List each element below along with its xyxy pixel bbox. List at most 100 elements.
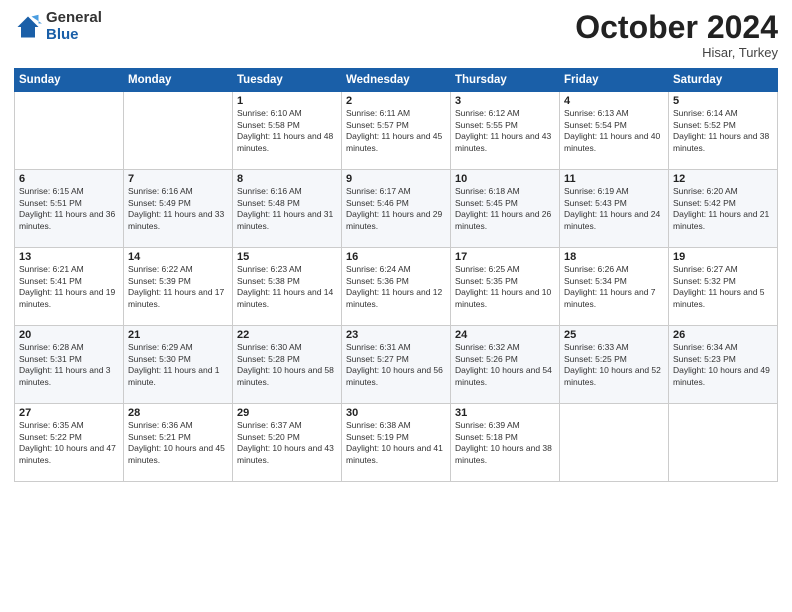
location-subtitle: Hisar, Turkey: [575, 45, 778, 60]
cell-info: Sunrise: 6:16 AMSunset: 5:48 PMDaylight:…: [237, 186, 337, 232]
day-header-wednesday: Wednesday: [342, 69, 451, 92]
month-title: October 2024: [575, 10, 778, 45]
day-number: 23: [346, 329, 446, 341]
cell-info: Sunrise: 6:27 AMSunset: 5:32 PMDaylight:…: [673, 264, 773, 310]
calendar-cell: 12Sunrise: 6:20 AMSunset: 5:42 PMDayligh…: [669, 170, 778, 248]
day-number: 17: [455, 251, 555, 263]
cell-info: Sunrise: 6:36 AMSunset: 5:21 PMDaylight:…: [128, 420, 228, 466]
cell-info: Sunrise: 6:18 AMSunset: 5:45 PMDaylight:…: [455, 186, 555, 232]
calendar-cell: 30Sunrise: 6:38 AMSunset: 5:19 PMDayligh…: [342, 404, 451, 482]
calendar-cell: 8Sunrise: 6:16 AMSunset: 5:48 PMDaylight…: [233, 170, 342, 248]
logo-icon: [14, 13, 42, 41]
day-number: 7: [128, 173, 228, 185]
day-header-monday: Monday: [124, 69, 233, 92]
cell-info: Sunrise: 6:35 AMSunset: 5:22 PMDaylight:…: [19, 420, 119, 466]
calendar-cell: 21Sunrise: 6:29 AMSunset: 5:30 PMDayligh…: [124, 326, 233, 404]
header: General Blue October 2024 Hisar, Turkey: [14, 10, 778, 60]
cell-info: Sunrise: 6:17 AMSunset: 5:46 PMDaylight:…: [346, 186, 446, 232]
cell-info: Sunrise: 6:33 AMSunset: 5:25 PMDaylight:…: [564, 342, 664, 388]
day-number: 8: [237, 173, 337, 185]
calendar-cell: 3Sunrise: 6:12 AMSunset: 5:55 PMDaylight…: [451, 92, 560, 170]
cell-info: Sunrise: 6:29 AMSunset: 5:30 PMDaylight:…: [128, 342, 228, 388]
logo-blue: Blue: [46, 27, 102, 44]
day-number: 30: [346, 407, 446, 419]
calendar-cell: 29Sunrise: 6:37 AMSunset: 5:20 PMDayligh…: [233, 404, 342, 482]
day-header-tuesday: Tuesday: [233, 69, 342, 92]
header-row: SundayMondayTuesdayWednesdayThursdayFrid…: [15, 69, 778, 92]
cell-info: Sunrise: 6:11 AMSunset: 5:57 PMDaylight:…: [346, 108, 446, 154]
cell-info: Sunrise: 6:10 AMSunset: 5:58 PMDaylight:…: [237, 108, 337, 154]
week-row-2: 6Sunrise: 6:15 AMSunset: 5:51 PMDaylight…: [15, 170, 778, 248]
calendar-cell: 1Sunrise: 6:10 AMSunset: 5:58 PMDaylight…: [233, 92, 342, 170]
week-row-1: 1Sunrise: 6:10 AMSunset: 5:58 PMDaylight…: [15, 92, 778, 170]
cell-info: Sunrise: 6:21 AMSunset: 5:41 PMDaylight:…: [19, 264, 119, 310]
day-number: 28: [128, 407, 228, 419]
calendar-cell: 2Sunrise: 6:11 AMSunset: 5:57 PMDaylight…: [342, 92, 451, 170]
day-number: 14: [128, 251, 228, 263]
day-number: 19: [673, 251, 773, 263]
week-row-5: 27Sunrise: 6:35 AMSunset: 5:22 PMDayligh…: [15, 404, 778, 482]
cell-info: Sunrise: 6:13 AMSunset: 5:54 PMDaylight:…: [564, 108, 664, 154]
day-number: 20: [19, 329, 119, 341]
day-number: 21: [128, 329, 228, 341]
calendar-cell: 14Sunrise: 6:22 AMSunset: 5:39 PMDayligh…: [124, 248, 233, 326]
calendar-cell: 17Sunrise: 6:25 AMSunset: 5:35 PMDayligh…: [451, 248, 560, 326]
cell-info: Sunrise: 6:12 AMSunset: 5:55 PMDaylight:…: [455, 108, 555, 154]
day-number: 5: [673, 95, 773, 107]
title-block: October 2024 Hisar, Turkey: [575, 10, 778, 60]
cell-info: Sunrise: 6:24 AMSunset: 5:36 PMDaylight:…: [346, 264, 446, 310]
calendar-cell: [560, 404, 669, 482]
day-number: 26: [673, 329, 773, 341]
day-header-saturday: Saturday: [669, 69, 778, 92]
calendar-cell: 24Sunrise: 6:32 AMSunset: 5:26 PMDayligh…: [451, 326, 560, 404]
day-number: 13: [19, 251, 119, 263]
day-number: 3: [455, 95, 555, 107]
calendar-cell: 20Sunrise: 6:28 AMSunset: 5:31 PMDayligh…: [15, 326, 124, 404]
cell-info: Sunrise: 6:34 AMSunset: 5:23 PMDaylight:…: [673, 342, 773, 388]
calendar-cell: [669, 404, 778, 482]
cell-info: Sunrise: 6:14 AMSunset: 5:52 PMDaylight:…: [673, 108, 773, 154]
calendar-cell: [15, 92, 124, 170]
day-number: 31: [455, 407, 555, 419]
cell-info: Sunrise: 6:31 AMSunset: 5:27 PMDaylight:…: [346, 342, 446, 388]
calendar-cell: 22Sunrise: 6:30 AMSunset: 5:28 PMDayligh…: [233, 326, 342, 404]
calendar-cell: 11Sunrise: 6:19 AMSunset: 5:43 PMDayligh…: [560, 170, 669, 248]
day-number: 22: [237, 329, 337, 341]
cell-info: Sunrise: 6:22 AMSunset: 5:39 PMDaylight:…: [128, 264, 228, 310]
day-number: 2: [346, 95, 446, 107]
cell-info: Sunrise: 6:16 AMSunset: 5:49 PMDaylight:…: [128, 186, 228, 232]
day-number: 24: [455, 329, 555, 341]
cell-info: Sunrise: 6:20 AMSunset: 5:42 PMDaylight:…: [673, 186, 773, 232]
calendar-cell: 25Sunrise: 6:33 AMSunset: 5:25 PMDayligh…: [560, 326, 669, 404]
calendar-cell: 18Sunrise: 6:26 AMSunset: 5:34 PMDayligh…: [560, 248, 669, 326]
cell-info: Sunrise: 6:32 AMSunset: 5:26 PMDaylight:…: [455, 342, 555, 388]
calendar-table: SundayMondayTuesdayWednesdayThursdayFrid…: [14, 68, 778, 482]
calendar-cell: 27Sunrise: 6:35 AMSunset: 5:22 PMDayligh…: [15, 404, 124, 482]
cell-info: Sunrise: 6:15 AMSunset: 5:51 PMDaylight:…: [19, 186, 119, 232]
calendar-cell: 5Sunrise: 6:14 AMSunset: 5:52 PMDaylight…: [669, 92, 778, 170]
calendar-cell: 31Sunrise: 6:39 AMSunset: 5:18 PMDayligh…: [451, 404, 560, 482]
day-number: 18: [564, 251, 664, 263]
day-number: 10: [455, 173, 555, 185]
cell-info: Sunrise: 6:30 AMSunset: 5:28 PMDaylight:…: [237, 342, 337, 388]
calendar-cell: 10Sunrise: 6:18 AMSunset: 5:45 PMDayligh…: [451, 170, 560, 248]
cell-info: Sunrise: 6:26 AMSunset: 5:34 PMDaylight:…: [564, 264, 664, 310]
logo-text: General Blue: [46, 10, 102, 43]
logo: General Blue: [14, 10, 102, 43]
cell-info: Sunrise: 6:23 AMSunset: 5:38 PMDaylight:…: [237, 264, 337, 310]
cell-info: Sunrise: 6:39 AMSunset: 5:18 PMDaylight:…: [455, 420, 555, 466]
calendar-page: General Blue October 2024 Hisar, Turkey …: [0, 0, 792, 612]
logo-general: General: [46, 10, 102, 27]
calendar-cell: 6Sunrise: 6:15 AMSunset: 5:51 PMDaylight…: [15, 170, 124, 248]
day-header-thursday: Thursday: [451, 69, 560, 92]
cell-info: Sunrise: 6:25 AMSunset: 5:35 PMDaylight:…: [455, 264, 555, 310]
calendar-cell: 19Sunrise: 6:27 AMSunset: 5:32 PMDayligh…: [669, 248, 778, 326]
day-header-sunday: Sunday: [15, 69, 124, 92]
day-number: 4: [564, 95, 664, 107]
day-number: 16: [346, 251, 446, 263]
day-number: 12: [673, 173, 773, 185]
calendar-cell: 26Sunrise: 6:34 AMSunset: 5:23 PMDayligh…: [669, 326, 778, 404]
calendar-cell: 15Sunrise: 6:23 AMSunset: 5:38 PMDayligh…: [233, 248, 342, 326]
day-number: 11: [564, 173, 664, 185]
week-row-3: 13Sunrise: 6:21 AMSunset: 5:41 PMDayligh…: [15, 248, 778, 326]
